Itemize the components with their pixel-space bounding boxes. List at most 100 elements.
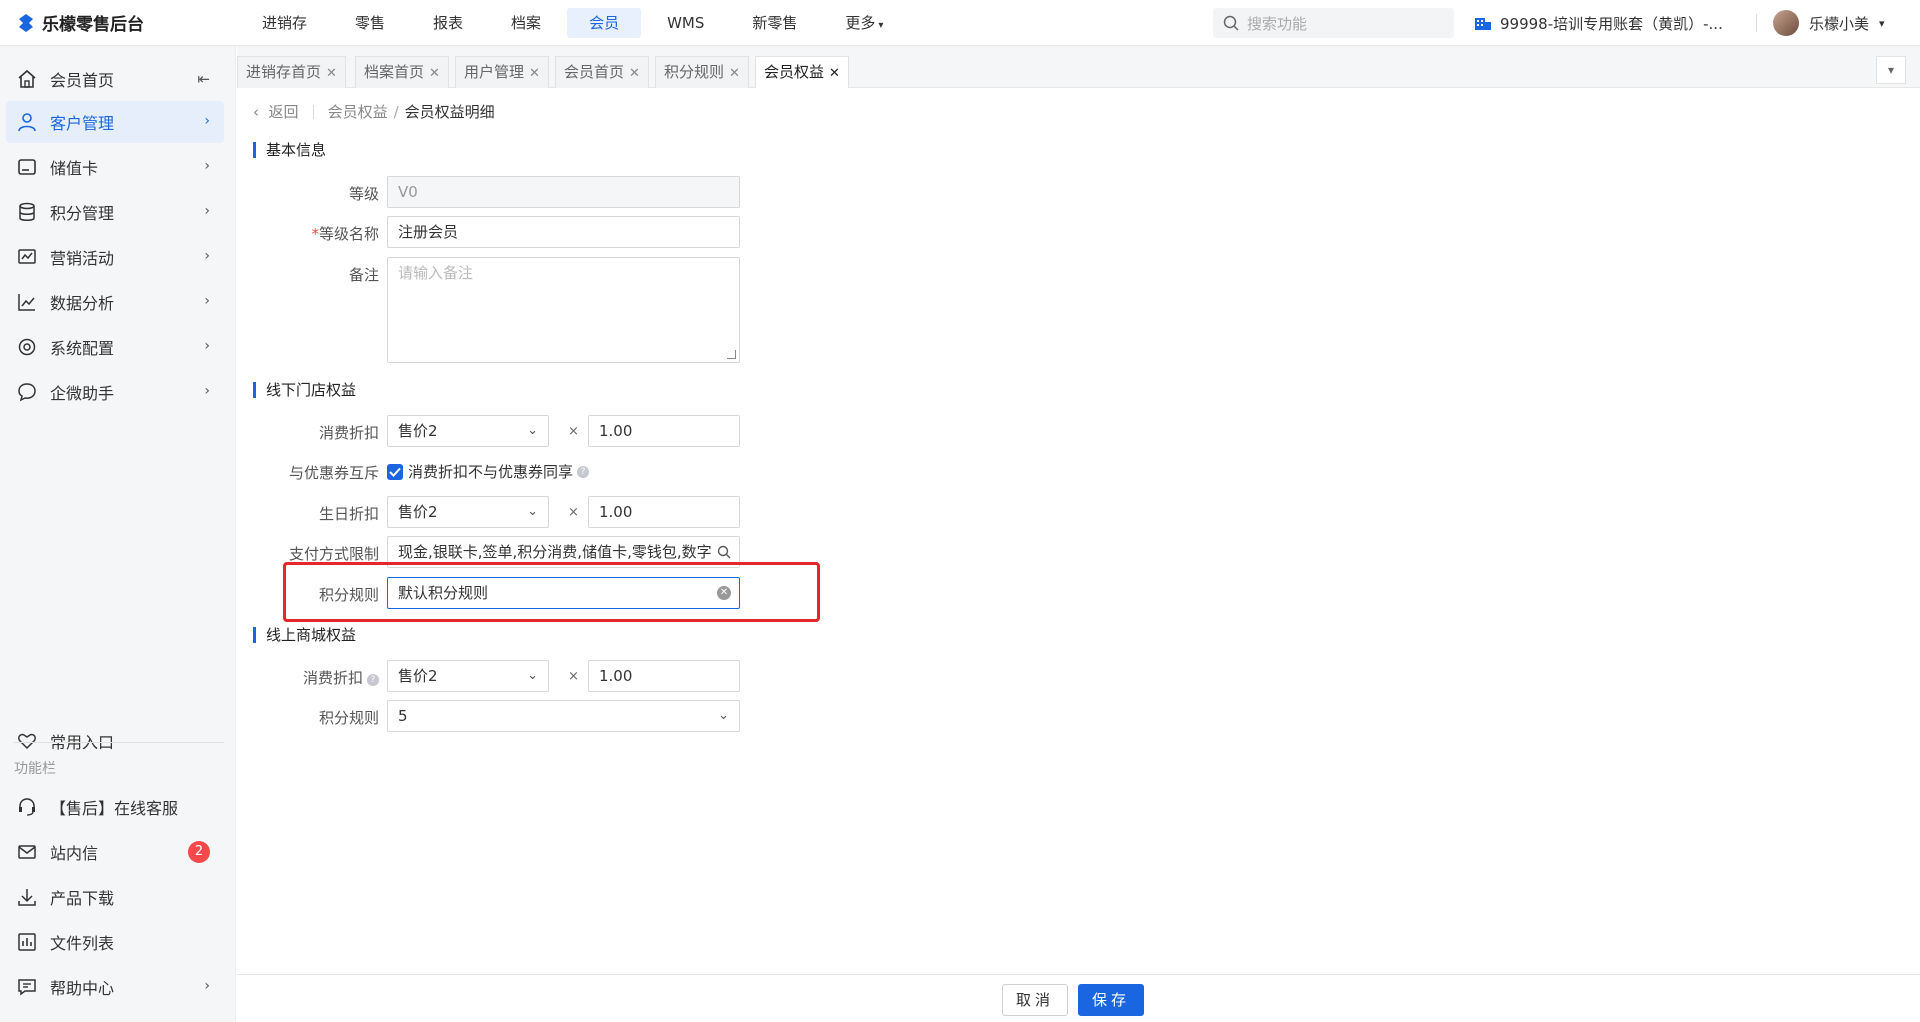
online-points-rule-select[interactable]: 5 ⌄ bbox=[387, 700, 740, 732]
sidebar-item-online-service[interactable]: 【售后】在线客服 bbox=[6, 786, 224, 828]
required-mark: * bbox=[311, 225, 319, 243]
user-menu[interactable]: 乐檬小美 ▾ bbox=[1773, 0, 1885, 46]
tab-points-rule[interactable]: 积分规则 ✕ bbox=[655, 56, 749, 88]
online-discount-label-text: 消费折扣 bbox=[302, 669, 363, 687]
tab-member-benefits[interactable]: 会员权益 ✕ bbox=[755, 56, 849, 88]
level-name-input[interactable]: 注册会员 bbox=[387, 216, 740, 248]
sidebar-item-label: 数据分析 bbox=[50, 294, 115, 313]
section-title-online: 线上商城权益 bbox=[253, 627, 356, 643]
back-label: 返回 bbox=[268, 103, 299, 121]
chart-icon bbox=[16, 246, 38, 268]
function-search[interactable]: 搜索功能 bbox=[1213, 8, 1454, 38]
sidebar-item-favorites[interactable]: 常用入口 bbox=[6, 720, 224, 762]
level-label: 等级 bbox=[348, 185, 379, 203]
sidebar-item-marketing[interactable]: 营销活动 › bbox=[6, 236, 224, 278]
breadcrumb-parent[interactable]: 会员权益 bbox=[328, 101, 388, 122]
offline-discount-rate-input[interactable]: 1.00 bbox=[588, 415, 740, 447]
app-logo[interactable]: 乐檬零售后台 bbox=[0, 10, 240, 35]
close-icon[interactable]: ✕ bbox=[829, 66, 840, 81]
offline-discount-select-value: 售价2 bbox=[398, 422, 438, 440]
breadcrumb-separator: / bbox=[393, 102, 399, 121]
chevron-right-icon: › bbox=[204, 158, 210, 174]
trend-icon bbox=[16, 291, 38, 313]
tab-member-home[interactable]: 会员首页 ✕ bbox=[555, 56, 649, 88]
sidebar-item-system-config[interactable]: 系统配置 › bbox=[6, 326, 224, 368]
coupon-exclusive-checkbox[interactable]: 消费折扣不与优惠券同享 ? bbox=[387, 461, 590, 482]
remark-textarea[interactable]: 请输入备注 bbox=[387, 257, 740, 363]
multiply-sign: × bbox=[568, 669, 579, 684]
back-link[interactable]: ‹ 返回 bbox=[253, 101, 299, 122]
nav-item-wms[interactable]: WMS bbox=[645, 8, 726, 38]
close-icon[interactable]: ✕ bbox=[326, 66, 337, 81]
online-discount-select[interactable]: 售价2 ⌄ bbox=[387, 660, 549, 692]
tab-label: 档案首页 bbox=[364, 63, 425, 81]
chevron-right-icon: › bbox=[204, 978, 210, 994]
divider bbox=[312, 104, 314, 119]
account-switcher[interactable]: 99998-培训专用账套（黄凯）-... bbox=[1474, 0, 1723, 46]
sidebar-item-label: 会员首页 bbox=[50, 71, 115, 90]
close-icon[interactable]: ✕ bbox=[529, 66, 540, 81]
remark-placeholder: 请输入备注 bbox=[398, 264, 474, 282]
tab-dropdown-button[interactable]: ▾ bbox=[1876, 56, 1906, 84]
user-name: 乐檬小美 bbox=[1809, 14, 1870, 33]
sidebar-item-file-list[interactable]: 文件列表 bbox=[6, 921, 224, 963]
sidebar-item-label: 文件列表 bbox=[50, 934, 115, 953]
resize-handle[interactable] bbox=[727, 350, 736, 359]
close-icon[interactable]: ✕ bbox=[429, 66, 440, 81]
online-points-rule-value: 5 bbox=[398, 707, 408, 725]
app-title: 乐檬零售后台 bbox=[42, 15, 144, 35]
sidebar-item-member-home[interactable]: 会员首页 ⇤ bbox=[6, 58, 224, 100]
nav-item-new-retail[interactable]: 新零售 bbox=[730, 8, 819, 38]
sidebar-item-inbox[interactable]: 站内信 2 bbox=[6, 831, 224, 873]
section-title-offline: 线下门店权益 bbox=[253, 382, 356, 398]
payment-limit-value: 现金,银联卡,签单,积分消费,储值卡,零钱包,数字 bbox=[398, 543, 712, 561]
sidebar-item-help-center[interactable]: 帮助中心 › bbox=[6, 966, 224, 1008]
offline-discount-select[interactable]: 售价2 ⌄ bbox=[387, 415, 549, 447]
save-button[interactable]: 保存 bbox=[1078, 984, 1144, 1016]
nav-item-archive[interactable]: 档案 bbox=[489, 8, 563, 38]
cancel-button[interactable]: 取消 bbox=[1002, 984, 1068, 1016]
help-icon[interactable]: ? bbox=[577, 465, 590, 478]
sidebar-item-label: 帮助中心 bbox=[50, 979, 115, 998]
chevron-right-icon: › bbox=[204, 383, 210, 399]
close-icon[interactable]: ✕ bbox=[629, 66, 640, 81]
birthday-discount-rate-input[interactable]: 1.00 bbox=[588, 496, 740, 528]
tab-user-management[interactable]: 用户管理 ✕ bbox=[455, 56, 549, 88]
form-footer: 取消 保存 bbox=[237, 974, 1920, 1022]
tab-inventory-home[interactable]: 进销存首页 ✕ bbox=[237, 56, 346, 88]
level-input: V0 bbox=[387, 176, 740, 208]
sidebar-item-download[interactable]: 产品下载 bbox=[6, 876, 224, 918]
sidebar-item-label: 客户管理 bbox=[50, 114, 115, 133]
close-icon[interactable]: ✕ bbox=[729, 66, 740, 81]
payment-limit-label: 支付方式限制 bbox=[288, 545, 379, 563]
birthday-discount-select-value: 售价2 bbox=[398, 503, 438, 521]
breadcrumb-current: 会员权益明细 bbox=[404, 103, 495, 121]
nav-item-retail[interactable]: 零售 bbox=[333, 8, 407, 38]
tab-label: 会员首页 bbox=[564, 63, 625, 81]
online-discount-select-value: 售价2 bbox=[398, 667, 438, 685]
tab-archive-home[interactable]: 档案首页 ✕ bbox=[355, 56, 449, 88]
sidebar-item-points[interactable]: 积分管理 › bbox=[6, 191, 224, 233]
sidebar-item-analytics[interactable]: 数据分析 › bbox=[6, 281, 224, 323]
nav-item-more[interactable]: 更多 ▾ bbox=[823, 8, 905, 38]
sidebar-item-label: 企微助手 bbox=[50, 384, 115, 403]
sidebar-item-label: 站内信 bbox=[50, 844, 99, 863]
search-placeholder: 搜索功能 bbox=[1247, 14, 1308, 33]
nav-item-inventory[interactable]: 进销存 bbox=[240, 8, 329, 38]
nav-item-report[interactable]: 报表 bbox=[411, 8, 485, 38]
help-icon bbox=[16, 976, 38, 998]
collapse-sidebar-icon[interactable]: ⇤ bbox=[197, 70, 210, 88]
online-discount-rate-input[interactable]: 1.00 bbox=[588, 660, 740, 692]
remark-label: 备注 bbox=[348, 266, 379, 284]
nav-item-member[interactable]: 会员 bbox=[567, 7, 642, 38]
sidebar-item-wecom-assistant[interactable]: 企微助手 › bbox=[6, 371, 224, 413]
download-icon bbox=[16, 886, 38, 908]
sidebar-item-stored-card[interactable]: 储值卡 › bbox=[6, 146, 224, 188]
unread-badge: 2 bbox=[188, 841, 210, 863]
sidebar-item-customer[interactable]: 客户管理 › bbox=[6, 101, 224, 143]
birthday-discount-select[interactable]: 售价2 ⌄ bbox=[387, 496, 549, 528]
help-icon[interactable]: ? bbox=[367, 674, 379, 686]
multiply-sign: × bbox=[568, 505, 579, 520]
tab-label: 进销存首页 bbox=[246, 63, 322, 81]
card-icon bbox=[16, 156, 38, 178]
